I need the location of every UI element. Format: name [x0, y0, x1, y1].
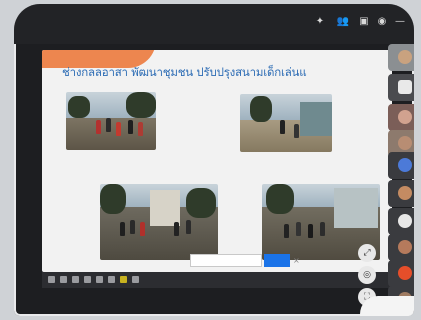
slide-title: ช่างกลลอาสา พัฒนาชุมชน ปรับปรุงสนามเด็กเ…	[62, 65, 307, 79]
zoom-icon[interactable]: ⤢	[358, 244, 376, 262]
participants-icon[interactable]: 👥	[334, 16, 352, 28]
slide-search-input[interactable]	[190, 254, 262, 267]
info-icon[interactable]: ◉	[376, 16, 388, 28]
frame-corner	[360, 296, 414, 316]
forward-icon[interactable]	[60, 276, 67, 283]
shared-slide: ช่างกลลอาสา พัฒนาชุมชน ปรับปรุงสนามเด็กเ…	[42, 50, 392, 272]
expand-icon[interactable]: ◎	[358, 266, 376, 284]
participant-tile[interactable]	[388, 208, 414, 235]
signal-icon[interactable]: ✦	[314, 16, 326, 28]
participant-tile[interactable]	[388, 180, 414, 207]
participant-tile[interactable]	[388, 260, 414, 287]
more-icon[interactable]: —	[394, 16, 406, 28]
participant-tile[interactable]	[388, 44, 414, 71]
slide-photo-2	[240, 94, 332, 152]
meeting-toolbar: ✦ 👥 ▣ ◉ —	[14, 4, 414, 44]
slide-photo-1	[66, 92, 156, 150]
highlight-icon[interactable]	[120, 276, 127, 283]
meeting-window: ✦ 👥 ▣ ◉ — ช่างกลลอาสา พัฒนาชุมชน ปรับปรุ…	[14, 4, 414, 316]
slide-controls: ×	[42, 254, 392, 288]
pen-icon[interactable]	[108, 276, 115, 283]
participant-tile[interactable]	[388, 104, 414, 131]
back-icon[interactable]	[48, 276, 55, 283]
slides-icon[interactable]	[84, 276, 91, 283]
chat-icon[interactable]: ▣	[358, 16, 370, 28]
slide-go-button[interactable]	[264, 254, 290, 267]
slide-photo-3	[100, 184, 218, 260]
close-icon[interactable]: ×	[293, 254, 303, 267]
participant-tile[interactable]	[388, 234, 414, 261]
participant-tile[interactable]	[388, 152, 414, 179]
eraser-icon[interactable]	[132, 276, 139, 283]
grid-icon[interactable]	[72, 276, 79, 283]
notes-icon[interactable]	[96, 276, 103, 283]
participant-tile[interactable]	[388, 74, 414, 101]
